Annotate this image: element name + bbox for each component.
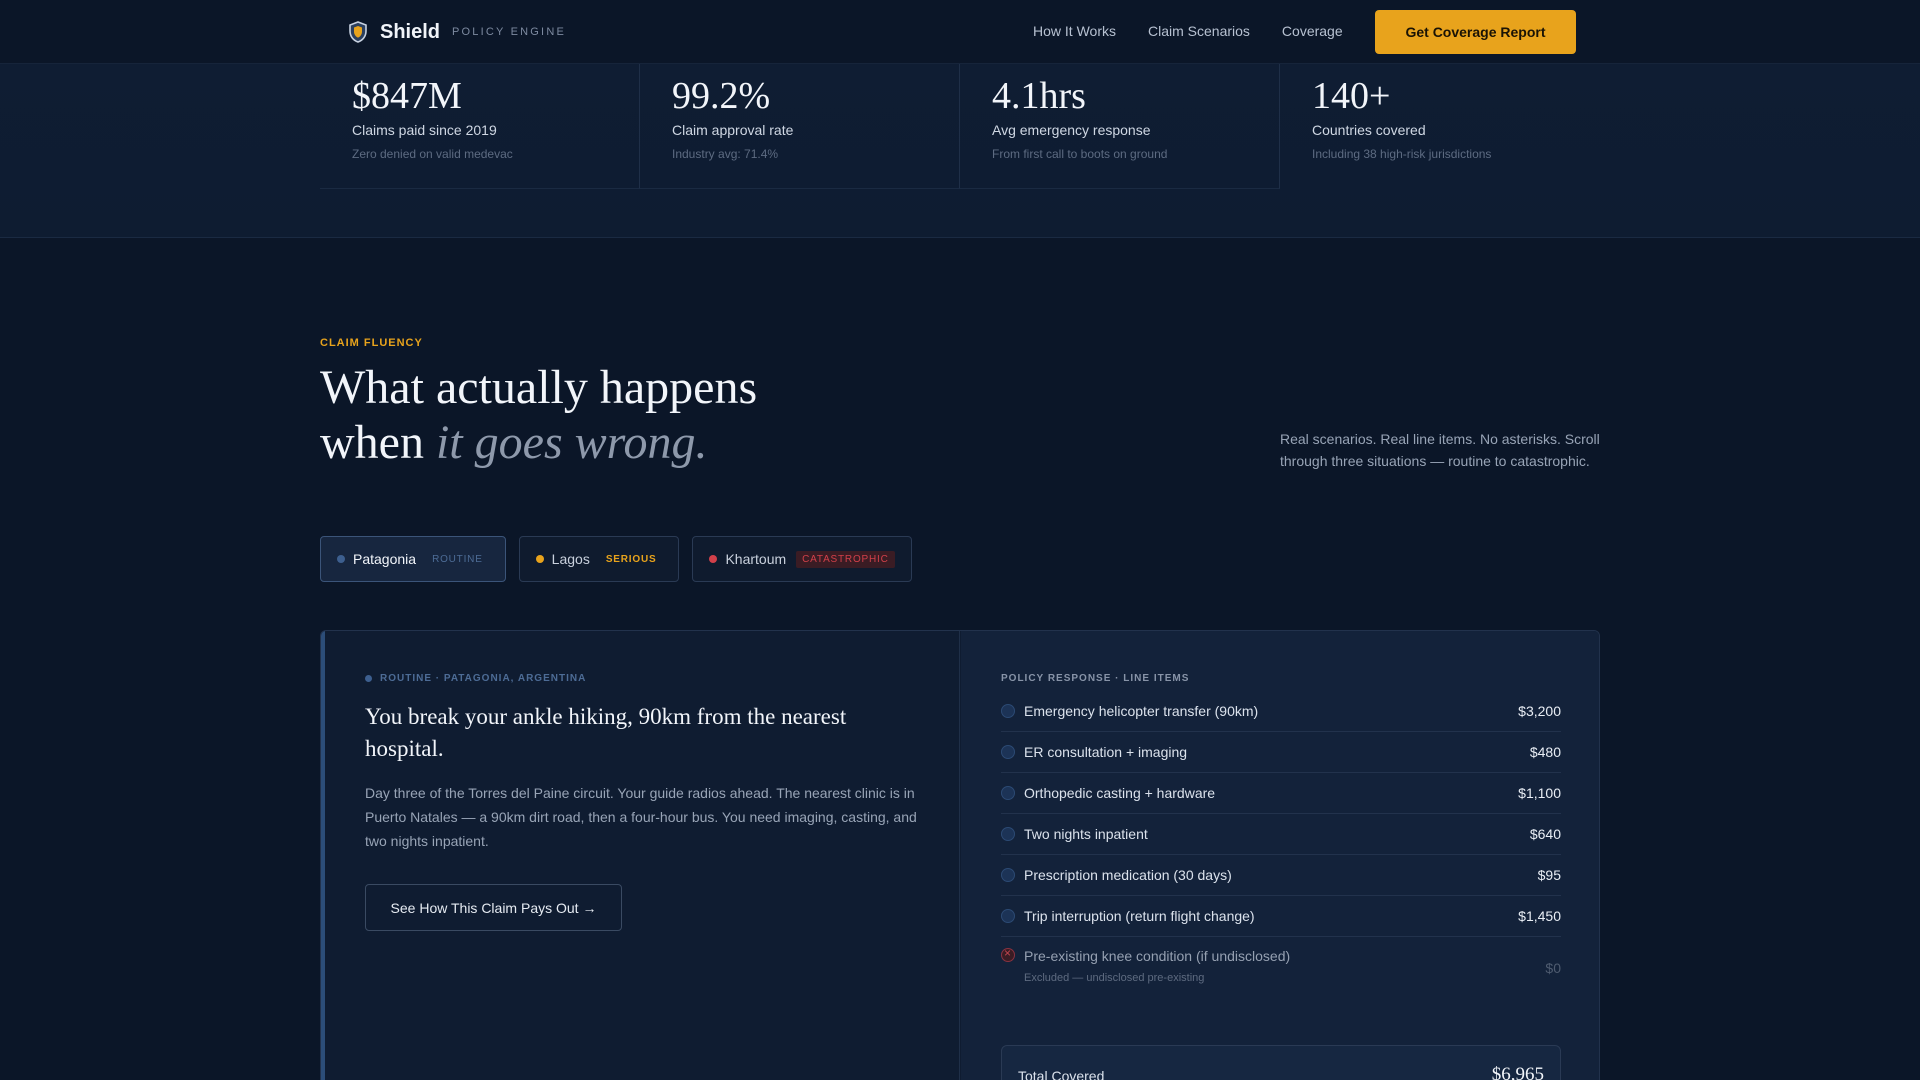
- covered-check-icon: [1001, 827, 1015, 841]
- stat-value: 99.2%: [672, 75, 771, 117]
- section-headline: What actually happens when it goes wrong…: [320, 360, 757, 470]
- stat-value: 4.1hrs: [992, 75, 1086, 117]
- excluded-item-name: Pre-existing knee condition (if undisclo…: [1024, 948, 1291, 964]
- stat-label: Claims paid since 2019: [352, 122, 497, 138]
- brand-name: Shield: [380, 20, 441, 43]
- card-accent-bar: [321, 631, 325, 1080]
- covered-check-icon: [1001, 704, 1015, 718]
- get-coverage-report-button[interactable]: Get Coverage Report: [1375, 10, 1576, 54]
- nav-link-claim-scenarios[interactable]: Claim Scenarios: [1148, 23, 1250, 39]
- stat-countries: 140+ Countries covered Including 38 high…: [1280, 64, 1600, 189]
- line-item-amount: $95: [1537, 867, 1561, 883]
- line-item-name: Prescription medication (30 days): [1024, 867, 1232, 883]
- stat-approval-rate: 99.2% Claim approval rate Industry avg: …: [640, 64, 960, 189]
- stat-label: Avg emergency response: [992, 122, 1151, 138]
- scenario-tabs: Patagonia ROUTINE Lagos SERIOUS Khartoum…: [320, 536, 925, 582]
- tab-khartoum[interactable]: Khartoum CATASTROPHIC: [692, 536, 912, 582]
- line-item-name: Emergency helicopter transfer (90km): [1024, 703, 1259, 719]
- total-covered-value: $6,965: [1491, 1064, 1544, 1080]
- line-item-name: Two nights inpatient: [1024, 826, 1148, 842]
- severity-dot: [709, 555, 718, 563]
- section-intro: Real scenarios. Real line items. No aste…: [1280, 431, 1600, 469]
- stats-row: $847M Claims paid since 2019 Zero denied…: [320, 64, 1600, 189]
- section-eyebrow: CLAIM FLUENCY: [320, 337, 423, 349]
- tab-lagos[interactable]: Lagos SERIOUS: [518, 536, 680, 582]
- line-item-name: Orthopedic casting + hardware: [1024, 785, 1216, 801]
- stat-label: Claim approval rate: [672, 122, 794, 138]
- line-item: Orthopedic casting + hardware $1,100: [1001, 773, 1561, 814]
- line-item-amount: $1,450: [1518, 908, 1561, 924]
- line-item-amount: $1,100: [1518, 785, 1561, 801]
- total-covered-box: Total Covered $6,965: [1001, 1045, 1561, 1080]
- headline-emphasis: it goes wrong.: [435, 416, 708, 469]
- severity-badge: CATASTROPHIC: [796, 550, 895, 568]
- brand[interactable]: Shield POLICY ENGINE: [346, 20, 566, 44]
- line-item-amount: $0: [1545, 960, 1561, 976]
- scenario-tag-text: ROUTINE · PATAGONIA, ARGENTINA: [380, 673, 587, 684]
- scenario-title: You break your ankle hiking, 90km from t…: [365, 704, 847, 761]
- severity-badge: SERIOUS: [605, 553, 657, 565]
- line-item-name: Pre-existing knee condition (if undisclo…: [1024, 948, 1545, 984]
- stat-note: From first call to boots on ground: [992, 147, 1168, 161]
- nav-link-coverage[interactable]: Coverage: [1282, 23, 1343, 39]
- scenario-pane: ROUTINE · PATAGONIA, ARGENTINA You break…: [321, 631, 960, 1080]
- scenario-tag: ROUTINE · PATAGONIA, ARGENTINA: [365, 673, 586, 684]
- see-claim-payout-button[interactable]: See How This Claim Pays Out →: [365, 884, 622, 931]
- stats-band: $847M Claims paid since 2019 Zero denied…: [0, 64, 1920, 238]
- line-item-name: Trip interruption (return flight change): [1024, 908, 1255, 924]
- severity-badge: ROUTINE: [432, 553, 483, 565]
- line-item: Prescription medication (30 days) $95: [1001, 855, 1561, 896]
- tab-label: Patagonia: [353, 551, 417, 567]
- covered-check-icon: [1001, 745, 1015, 759]
- scenario-body: Day three of the Torres del Paine circui…: [365, 785, 917, 849]
- stat-note: Industry avg: 71.4%: [672, 147, 779, 161]
- line-item-amount: $3,200: [1518, 703, 1561, 719]
- policy-response-pane: POLICY RESPONSE · LINE ITEMS Emergency h…: [961, 631, 1599, 1080]
- tab-patagonia[interactable]: Patagonia ROUTINE: [320, 536, 506, 582]
- line-item: Trip interruption (return flight change)…: [1001, 896, 1561, 937]
- headline-line-2-prefix: when: [320, 416, 436, 469]
- excluded-x-icon: [1001, 946, 1015, 962]
- policy-response-title: POLICY RESPONSE · LINE ITEMS: [1001, 673, 1190, 684]
- line-items-list: Emergency helicopter transfer (90km) $3,…: [1001, 691, 1561, 993]
- line-item-amount: $640: [1529, 826, 1561, 842]
- top-nav: Shield POLICY ENGINE How It Works Claim …: [0, 0, 1920, 64]
- line-item: Two nights inpatient $640: [1001, 814, 1561, 855]
- tab-label: Lagos: [551, 551, 590, 567]
- covered-check-icon: [1001, 868, 1015, 882]
- shield-logo-icon: [349, 21, 367, 43]
- nav-link-how-it-works[interactable]: How It Works: [1033, 23, 1116, 39]
- stat-value: $847M: [352, 75, 462, 117]
- severity-dot: [365, 675, 372, 682]
- covered-check-icon: [1001, 909, 1015, 923]
- severity-dot: [337, 555, 345, 563]
- tab-label: Khartoum: [725, 551, 787, 567]
- stat-value: 140+: [1312, 75, 1391, 117]
- severity-dot: [535, 555, 544, 563]
- excluded-item-note: Excluded — undisclosed pre-existing: [1024, 972, 1205, 984]
- scenario-card: ROUTINE · PATAGONIA, ARGENTINA You break…: [320, 630, 1600, 1080]
- headline-line-1: What actually happens: [320, 361, 758, 414]
- total-covered-label: Total Covered: [1018, 1068, 1105, 1080]
- line-item-excluded: Pre-existing knee condition (if undisclo…: [1001, 937, 1561, 993]
- stat-note: Including 38 high-risk jurisdictions: [1312, 147, 1492, 161]
- covered-check-icon: [1001, 786, 1015, 800]
- stat-note: Zero denied on valid medevac: [352, 147, 513, 161]
- nav-links: How It Works Claim Scenarios Coverage: [1033, 23, 1375, 39]
- line-item: ER consultation + imaging $480: [1001, 732, 1561, 773]
- stat-label: Countries covered: [1312, 122, 1426, 138]
- line-item-name: ER consultation + imaging: [1024, 744, 1188, 760]
- brand-subtitle: POLICY ENGINE: [452, 26, 566, 38]
- stat-claims-paid: $847M Claims paid since 2019 Zero denied…: [320, 64, 640, 189]
- stat-emergency-response: 4.1hrs Avg emergency response From first…: [960, 64, 1280, 189]
- line-item-amount: $480: [1529, 744, 1561, 760]
- line-item: Emergency helicopter transfer (90km) $3,…: [1001, 691, 1561, 732]
